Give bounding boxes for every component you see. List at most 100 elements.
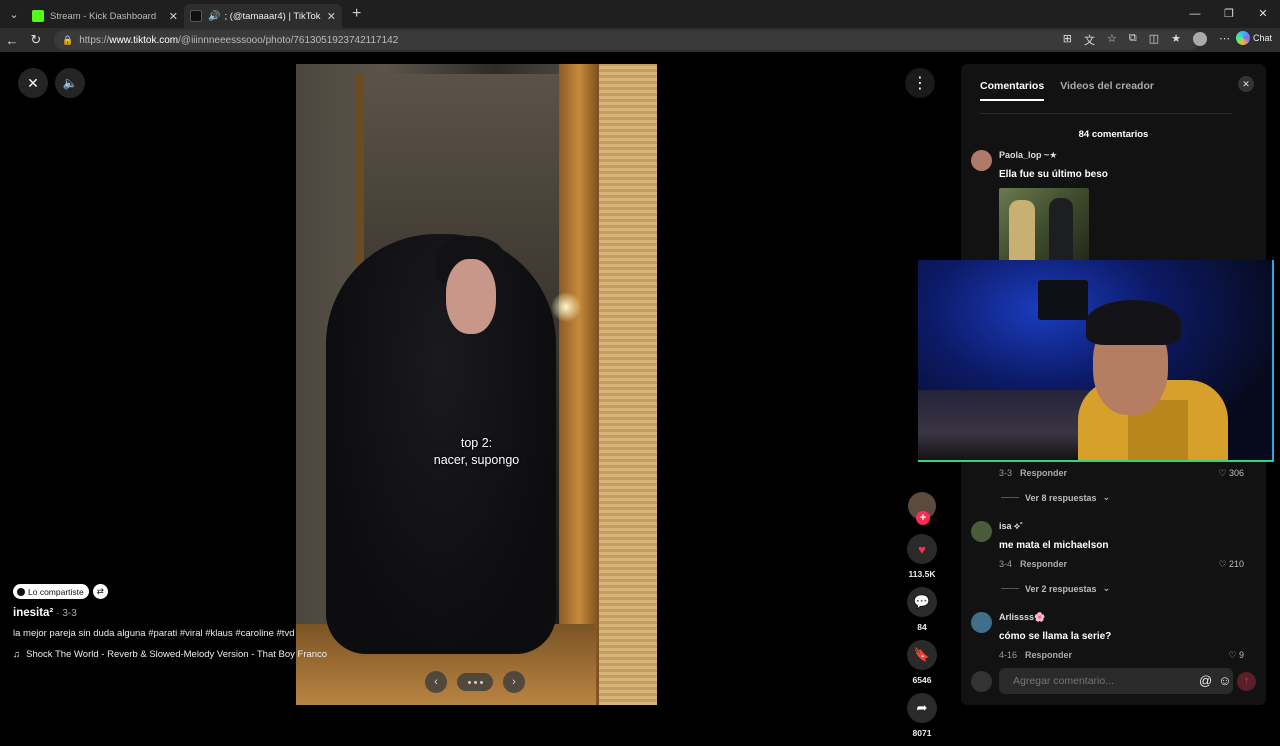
split-screen-icon[interactable]: ◫ — [1149, 32, 1159, 48]
divider — [980, 113, 1232, 114]
music-note-icon: ♫ — [13, 649, 21, 660]
creator-avatar[interactable]: + — [908, 492, 936, 525]
carousel-dots — [457, 673, 493, 691]
share-indicator-icon — [17, 587, 25, 596]
post-description: la mejor pareja sin duda alguna #parati … — [13, 628, 295, 639]
favorites-icon[interactable]: ★ — [1171, 32, 1181, 48]
bookmark-icon[interactable]: 🔖 — [907, 640, 937, 670]
browser-tab-bar: ⌄ Stream - Kick Dashboard ✕ 🔊 ; (@tamaaa… — [0, 0, 1280, 28]
save-count: 6546 — [912, 675, 932, 685]
avatar[interactable] — [971, 612, 992, 633]
comment-author[interactable]: isa ⟡˚ — [999, 521, 1023, 532]
mention-icon[interactable]: @ — [1199, 673, 1212, 688]
photo-door-frame — [559, 64, 599, 705]
audio-playing-icon[interactable]: 🔊 — [208, 11, 220, 22]
like-icon[interactable]: ♥ — [907, 534, 937, 564]
panel-close-icon[interactable]: ✕ — [1238, 76, 1254, 92]
kick-favicon-icon — [32, 10, 44, 22]
reply-button[interactable]: Responder — [1025, 650, 1072, 660]
avatar[interactable] — [971, 150, 992, 171]
tab-title: Stream - Kick Dashboard — [50, 10, 157, 22]
comment-author[interactable]: Paola_lop ~★ — [999, 150, 1057, 161]
tab-close-icon[interactable]: ✕ — [169, 10, 178, 23]
comment-icon[interactable]: 💬 — [907, 587, 937, 617]
comment-like-count: 210 — [1228, 559, 1244, 569]
music-row[interactable]: ♫ Shock The World - Reverb & Slowed-Melod… — [13, 649, 333, 660]
extensions-icon[interactable]: ⧉ — [1129, 32, 1137, 48]
translate-icon[interactable]: 文 — [1084, 32, 1095, 48]
comment-likes[interactable]: ♡ 306 — [1218, 468, 1244, 479]
post-photo[interactable]: top 2: nacer, supongo ‹ › — [296, 64, 657, 705]
copilot-icon — [1235, 31, 1250, 45]
window-close-icon[interactable]: ✕ — [1246, 0, 1280, 28]
new-tab-button[interactable]: + — [352, 5, 361, 23]
site-info-icon[interactable]: 🔒 — [62, 35, 73, 46]
address-bar-row: ← ↻ 🔒 https://www.tiktok.com/@iiinnneees… — [0, 28, 1280, 52]
comment-like-count: 9 — [1238, 650, 1244, 660]
input-icons: @ ☺ — [1199, 673, 1231, 688]
previous-photo-icon[interactable]: ‹ — [425, 671, 447, 693]
author-name[interactable]: inesita² — [13, 607, 53, 619]
view-replies-label: Ver 2 respuestas — [1025, 583, 1097, 594]
send-icon[interactable]: ↑ — [1237, 672, 1256, 691]
comment-text: cómo se llama la serie? — [999, 631, 1112, 642]
post-info: Lo compartiste ⇄ inesita² · 3-3 la mejor … — [13, 584, 343, 660]
comment-meta: 4-16 Responder — [999, 650, 1072, 660]
emoji-icon[interactable]: ☺ — [1218, 673, 1231, 688]
photo-carousel-controls: ‹ › — [425, 671, 525, 693]
chat-label: Chat — [1252, 33, 1272, 43]
comment-total: 84 comentarios — [1078, 129, 1149, 140]
comment-date: 4-16 — [999, 650, 1018, 660]
shared-chip[interactable]: Lo compartiste — [13, 584, 89, 599]
overlay-caption-line1: top 2: — [460, 436, 493, 450]
tab-close-icon[interactable]: ✕ — [327, 10, 336, 23]
url-domain: www.tiktok.com — [109, 34, 179, 46]
music-title: Shock The World - Reverb & Slowed-Melody… — [26, 649, 328, 660]
repost-icon[interactable]: ⇄ — [92, 584, 108, 599]
more-menu-icon[interactable]: ⋯ — [1219, 32, 1230, 48]
more-options-icon[interactable]: ⋮ — [905, 68, 935, 98]
reply-button[interactable]: Responder — [1020, 559, 1067, 569]
tab-kick-dashboard[interactable]: Stream - Kick Dashboard ✕ — [26, 4, 184, 28]
comment-input-row: @ ☺ ↑ — [971, 668, 1257, 694]
view-replies-button[interactable]: Ver 2 respuestas ⌄ — [1001, 583, 1110, 594]
my-avatar — [971, 671, 992, 692]
address-bar-icons: ⊞ 文 ☆ ⧉ ◫ ★ ⋯ — [1063, 32, 1230, 48]
follow-plus-icon[interactable]: + — [916, 511, 930, 525]
favorite-star-icon[interactable]: ☆ — [1107, 32, 1117, 48]
next-photo-icon[interactable]: › — [503, 671, 525, 693]
comment-author[interactable]: Arlissss🌸 — [999, 612, 1045, 623]
comment-likes[interactable]: ♡ 9 — [1228, 650, 1244, 661]
comment-date: 3-4 — [999, 559, 1013, 569]
avatar[interactable] — [971, 521, 992, 542]
view-replies-label: Ver 8 respuestas — [1025, 492, 1097, 503]
minimize-icon[interactable]: — — [1178, 0, 1212, 28]
tab-tiktok[interactable]: 🔊 ; (@tamaaar4) | TikTok ✕ — [184, 4, 342, 28]
panel-tabs: Comentarios Videos del creador — [980, 80, 1154, 101]
comment-input[interactable] — [999, 668, 1233, 694]
share-count: 8071 — [912, 728, 932, 738]
tab-comments[interactable]: Comentarios — [980, 80, 1045, 101]
share-icon[interactable]: ➦ — [907, 693, 937, 723]
reply-button[interactable]: Responder — [1020, 468, 1067, 478]
profile-avatar[interactable] — [1193, 32, 1207, 46]
webcam-monitor — [1038, 280, 1088, 320]
restore-icon[interactable]: ❐ — [1212, 0, 1246, 28]
author-row: inesita² · 3-3 — [13, 607, 343, 619]
comment-likes[interactable]: ♡ 210 — [1218, 559, 1244, 570]
overlay-caption-line2: nacer, supongo — [433, 453, 520, 467]
shared-chip-label: Lo compartiste — [28, 586, 84, 597]
view-replies-button[interactable]: Ver 8 respuestas ⌄ — [1001, 492, 1110, 503]
app-available-icon[interactable]: ⊞ — [1063, 32, 1072, 48]
copilot-chat-button[interactable]: Chat — [1235, 31, 1272, 45]
url-field[interactable]: 🔒 https://www.tiktok.com/@iiinnneeesssoo… — [54, 30, 1200, 50]
reload-icon[interactable]: ↻ — [24, 32, 48, 48]
webcam-person-cap — [1086, 300, 1181, 345]
close-viewer-icon[interactable]: ✕ — [18, 68, 48, 98]
photo-person-face — [446, 259, 496, 334]
tab-creator-videos[interactable]: Videos del creador — [1060, 80, 1154, 101]
volume-icon[interactable]: 🔈 — [55, 68, 85, 98]
tab-actions-menu-button[interactable]: ⌄ — [2, 3, 26, 25]
back-icon[interactable]: ← — [0, 33, 24, 48]
tab-title: ; (@tamaaar4) | TikTok — [224, 10, 321, 22]
